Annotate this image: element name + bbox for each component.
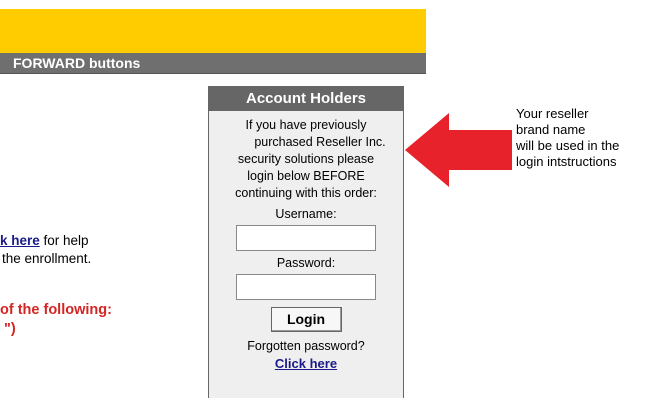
forgot-password-link[interactable]: Click here [275,356,337,371]
help-text-line2: the enrollment. [2,251,92,266]
instruction-line: If you have previously [245,118,367,132]
password-input[interactable] [236,274,376,300]
callout-line: will be used in the [516,138,620,153]
username-label: Username: [275,207,337,221]
instruction-line: login below BEFORE [247,169,365,183]
instruction-bar: FORWARD buttons [0,53,426,74]
callout-line: brand name [516,122,586,137]
notice-line2: ") [4,321,16,337]
login-instructions: If you have previously purchased Reselle… [209,117,403,202]
login-button[interactable]: Login [270,307,342,332]
callout-line: login intstructions [516,154,617,169]
help-link[interactable]: k here [0,233,40,248]
instruction-line: continuing with this order: [235,186,377,200]
panel-title: Account Holders [209,87,403,111]
notice-text: of the following: ") [0,301,200,339]
notice-line1: of the following: [0,302,112,318]
forgot-password-text: Forgotten password? [247,339,365,353]
help-text-rest: for help [39,233,89,248]
password-label: Password: [276,256,336,270]
account-holders-panel: Account Holders If you have previously p… [208,86,404,398]
callout-line: Your reseller [516,106,589,121]
instruction-line: security solutions please [237,152,375,166]
help-text: k here for help the enrollment. [0,232,200,268]
callout-note: Your reseller brand name will be used in… [516,106,657,170]
instruction-line: purchased Reseller Inc. [254,135,386,149]
pointer-arrow-icon [405,113,512,187]
header-banner [0,9,426,53]
username-input[interactable] [236,225,376,251]
